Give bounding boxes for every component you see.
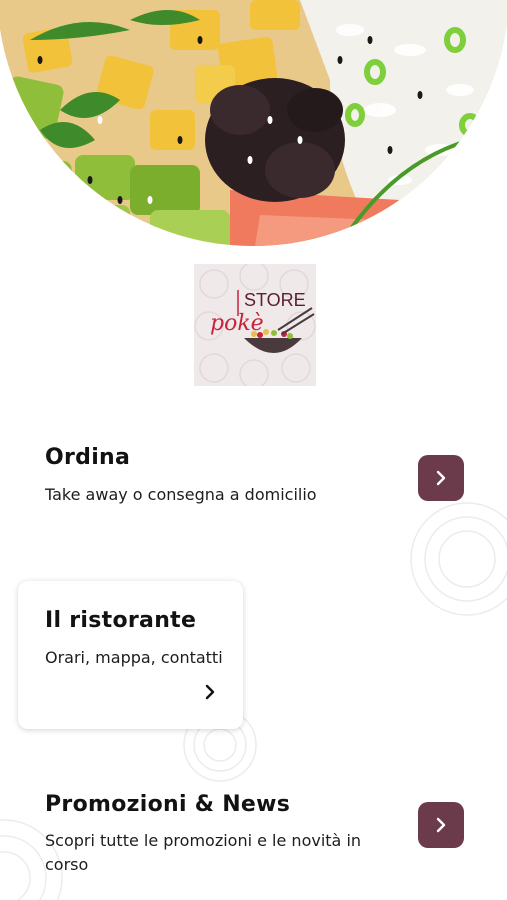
ordina-title: Ordina <box>45 445 131 470</box>
promozioni-title: Promozioni & News <box>45 792 291 817</box>
hero-image <box>0 0 507 246</box>
promozioni-subtitle: Scopri tutte le promozioni e le novità i… <box>45 831 362 874</box>
poke-bowl-illustration <box>0 0 507 246</box>
logo-graphic: STORE pokè <box>194 264 316 386</box>
ristorante-arrow-button[interactable] <box>200 682 220 702</box>
ristorante-title: Il ristorante <box>45 608 197 633</box>
ristorante-subtitle: Orari, mappa, contatti <box>45 648 223 667</box>
ordina-subtitle: Take away o consegna a domicilio <box>45 485 317 504</box>
logo-store-word: STORE <box>244 290 306 310</box>
chevron-right-icon <box>436 470 446 486</box>
poke-store-logo: STORE pokè <box>194 264 316 386</box>
decorative-rings-right <box>410 502 507 616</box>
promozioni-arrow-button[interactable] <box>418 802 464 848</box>
chevron-right-icon <box>205 684 215 700</box>
ordina-arrow-button[interactable] <box>418 455 464 501</box>
chevron-right-icon <box>436 817 446 833</box>
